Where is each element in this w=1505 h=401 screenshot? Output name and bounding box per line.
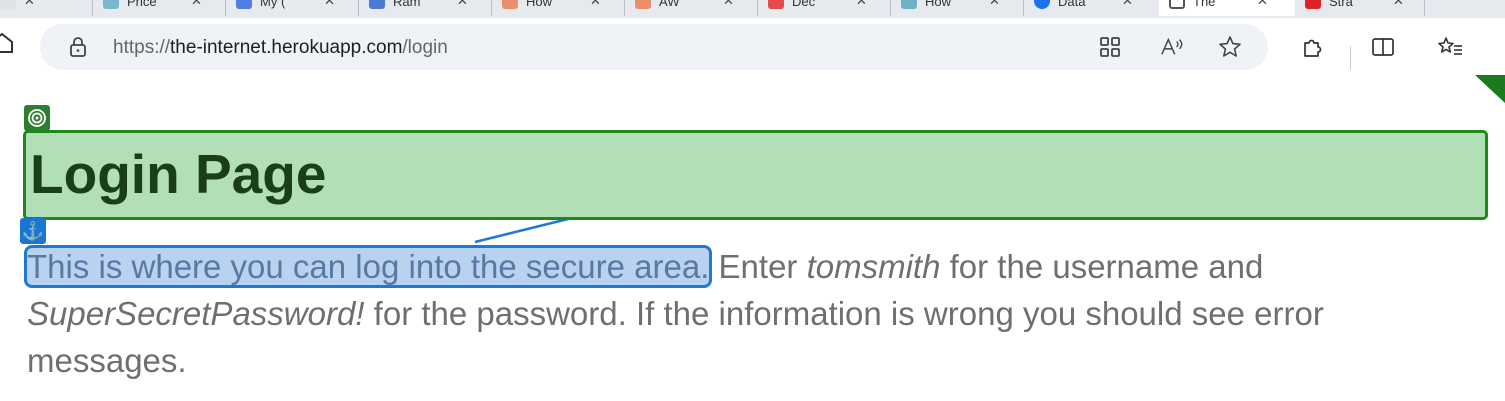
tab-favicon (236, 0, 252, 9)
page-content: Login Page ⚓ This is where you can log i… (0, 75, 1505, 401)
address-bar[interactable]: https://the-internet.herokuapp.com/login (40, 24, 1268, 70)
tab-favicon (369, 0, 385, 9)
description-text-2: for the username and (940, 248, 1264, 285)
close-icon[interactable]: ✕ (191, 0, 202, 9)
highlighted-sentence: This is where you can log into the secur… (23, 245, 713, 288)
tab-title: The (1193, 0, 1216, 9)
username-hint: tomsmith (806, 248, 941, 285)
split-screen-icon[interactable] (1370, 34, 1396, 60)
tab-favicon (502, 0, 518, 9)
tab-favicon (768, 0, 784, 9)
close-icon[interactable]: ✕ (324, 0, 335, 9)
url-host: the-internet.herokuapp.com (170, 37, 403, 58)
tab-favicon (103, 0, 119, 9)
url-scheme: https:// (113, 37, 171, 58)
tab-0[interactable]: ✕ (0, 0, 93, 16)
anchor-icon: ⚓ (20, 218, 46, 244)
tab-favicon (635, 0, 651, 9)
tab-8[interactable]: Data ✕ (1024, 0, 1159, 16)
tab-favicon (901, 0, 917, 9)
tab-title: AW (659, 0, 680, 9)
tab-title: Data (1058, 0, 1086, 9)
tab-title: Stra (1329, 0, 1353, 9)
tab-7[interactable]: How ✕ (891, 0, 1024, 16)
tab-title: Price (127, 0, 157, 9)
apps-grid-icon[interactable] (1098, 35, 1122, 59)
tab-2[interactable]: My ( ✕ (226, 0, 359, 16)
read-aloud-icon[interactable] (1160, 35, 1184, 59)
tab-3[interactable]: Ram ✕ (359, 0, 492, 16)
heading-highlight-box: Login Page (23, 130, 1488, 220)
toolbar-overflow-icon[interactable] (1496, 34, 1505, 60)
tab-active[interactable]: The ✕ (1159, 0, 1295, 16)
close-icon[interactable]: ✕ (989, 0, 1000, 9)
tab-favicon (1305, 0, 1321, 9)
close-icon[interactable]: ✕ (1393, 0, 1404, 9)
close-icon[interactable]: ✕ (24, 0, 35, 9)
target-icon (24, 105, 50, 131)
url-text[interactable]: https://the-internet.herokuapp.com/login (113, 37, 448, 59)
puzzle-icon[interactable] (1299, 34, 1325, 60)
home-icon[interactable] (0, 32, 14, 60)
favorites-list-icon[interactable] (1437, 34, 1463, 60)
tab-4[interactable]: How ✕ (492, 0, 625, 16)
password-hint: SuperSecretPassword! (27, 295, 365, 332)
url-path: /login (402, 37, 448, 58)
tab-6[interactable]: Dec ✕ (758, 0, 891, 16)
tab-title: My ( (260, 0, 286, 9)
page-title: Login Page (30, 143, 327, 205)
lock-icon[interactable] (67, 36, 89, 58)
browser-toolbar: https://the-internet.herokuapp.com/login (0, 18, 1505, 75)
close-icon[interactable]: ✕ (590, 0, 601, 9)
star-icon[interactable] (1218, 35, 1242, 59)
close-icon[interactable]: ✕ (723, 0, 734, 9)
toolbar-divider (1350, 46, 1351, 70)
close-icon[interactable]: ✕ (856, 0, 867, 9)
tab-strip: ✕ Price ✕ My ( ✕ Ram ✕ How ✕ AW ✕ Dec ✕ … (0, 0, 1505, 18)
tab-favicon (1169, 0, 1185, 9)
tab-title: Ram (393, 0, 421, 9)
tab-title: How (526, 0, 553, 9)
tab-favicon (1034, 0, 1050, 9)
close-icon[interactable]: ✕ (1122, 0, 1133, 9)
description-text-1: Enter (709, 248, 807, 285)
tab-title: How (925, 0, 952, 9)
tab-favicon (0, 0, 16, 9)
tab-title: Dec (792, 0, 816, 9)
tab-10[interactable]: Stra ✕ (1295, 0, 1425, 16)
tab-5[interactable]: AW ✕ (625, 0, 758, 16)
close-icon[interactable]: ✕ (457, 0, 468, 9)
tab-1[interactable]: Price ✕ (93, 0, 226, 16)
close-icon[interactable]: ✕ (1257, 0, 1268, 9)
page-description: This is where you can log into the secur… (23, 243, 1467, 384)
